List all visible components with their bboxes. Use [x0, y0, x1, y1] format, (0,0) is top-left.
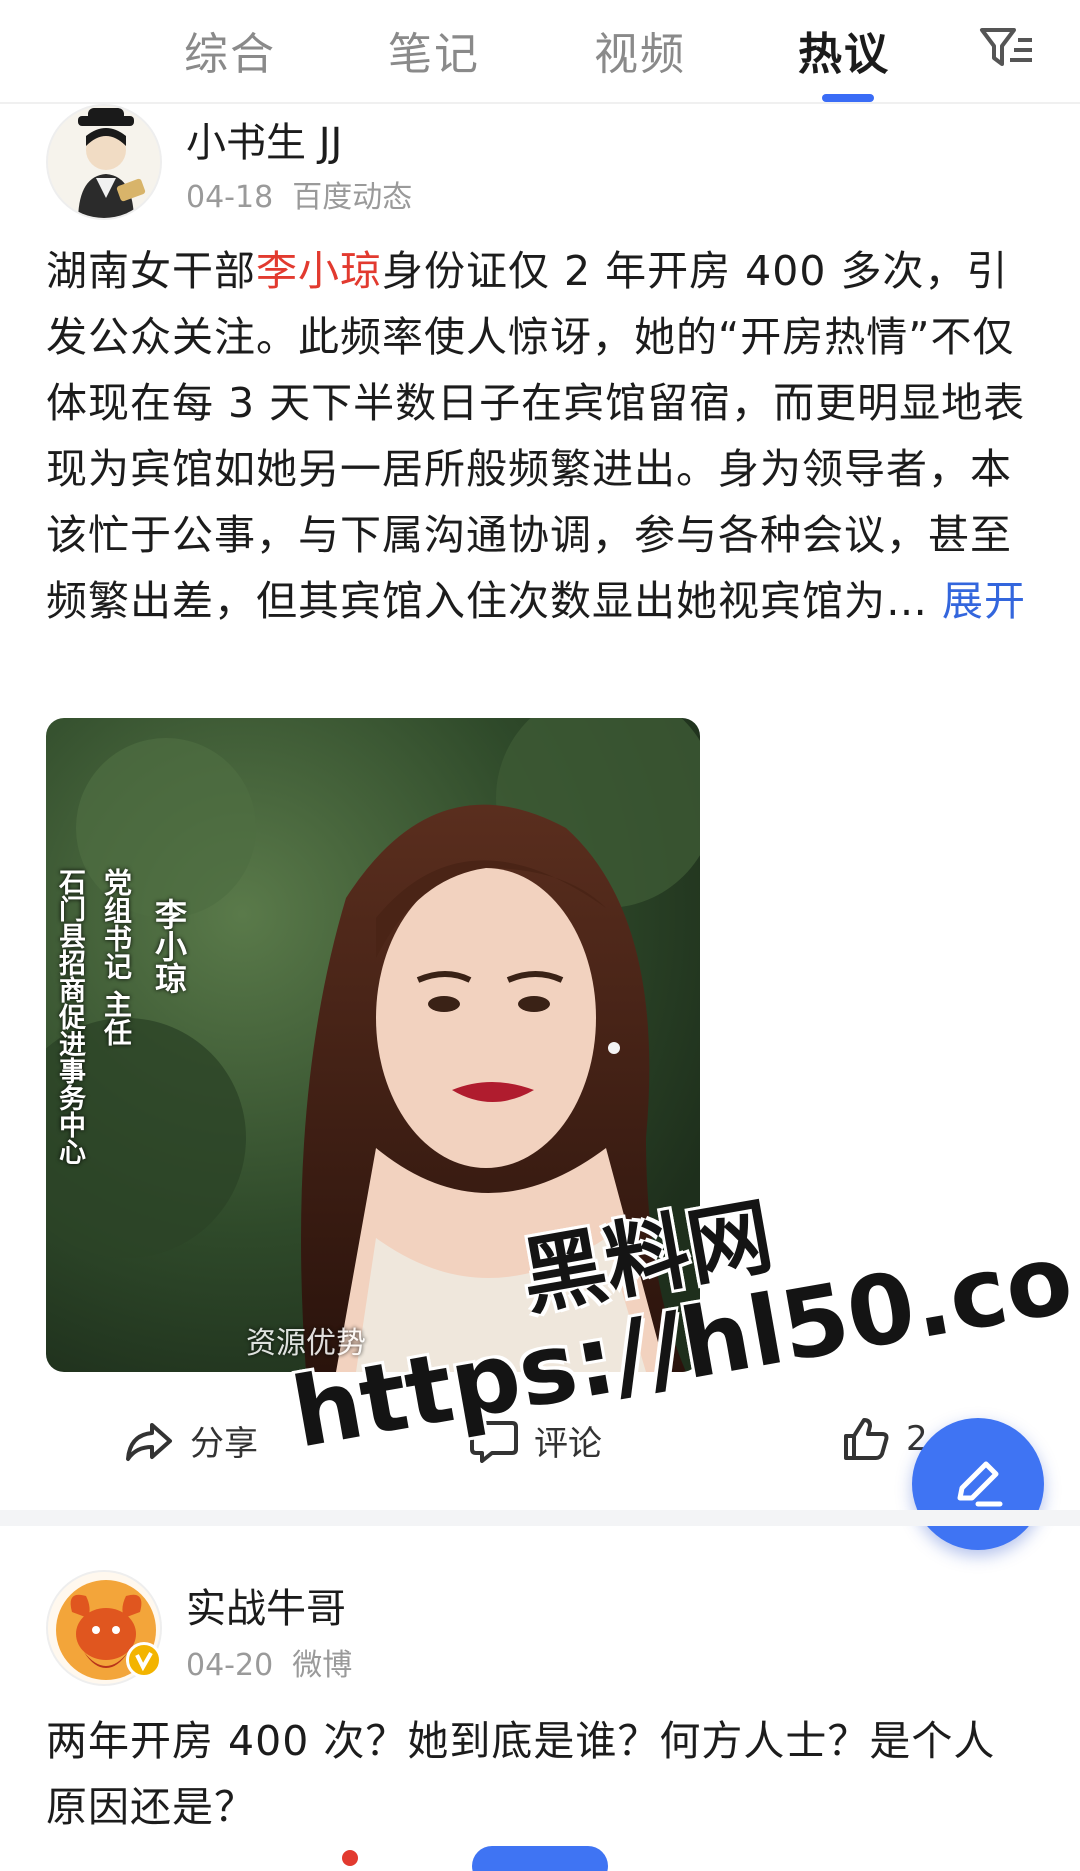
tab-hot-discussion[interactable]: 热议 [798, 18, 890, 82]
image-caption-name: 李小琼 [150, 898, 188, 994]
author-name[interactable]: 实战牛哥 [186, 1576, 346, 1634]
share-icon [126, 1422, 172, 1461]
post-date: 04-18 [186, 180, 274, 215]
author-name[interactable]: 小书生 JJ [186, 110, 342, 168]
tab-bar: 综合 笔记 视频 热议 [0, 0, 1080, 104]
compose-button[interactable] [912, 1418, 1044, 1550]
thumbs-up-icon [844, 1418, 889, 1460]
tab-videos[interactable]: 视频 [594, 18, 686, 82]
post-text-before: 湖南女干部 [46, 247, 256, 295]
expand-link[interactable]: 展开 [942, 577, 1026, 625]
image-caption-org: 石门县招商促进事务中心 [54, 868, 85, 1165]
post-source: 百度动态 [292, 180, 413, 215]
pencil-icon [957, 1461, 1003, 1507]
post-body[interactable]: 两年开房 400 次？她到底是谁？何方人士？是个人原因还是？ [46, 1708, 1036, 1840]
post-meta: 04-20 微博 [186, 1640, 352, 1684]
filter-icon[interactable] [978, 24, 1034, 72]
tab-notes[interactable]: 笔记 [388, 18, 480, 82]
active-tab-indicator [822, 94, 874, 102]
author-avatar[interactable] [46, 104, 162, 220]
post-text-after: 身份证仅 2 年开房 400 多次，引发公众关注。此频率使人惊讶，她的“开房热情… [46, 247, 1026, 625]
search-results-page: 综合 笔记 视频 热议 小书生 JJ 04-18 百度动态 湖南女干部李小琼身份… [0, 0, 1080, 1871]
share-button[interactable]: 分享 [124, 1416, 258, 1465]
post-header: 实战牛哥 04-20 微博 [0, 1570, 1080, 1700]
notification-dot [342, 1850, 358, 1866]
post-body[interactable]: 湖南女干部李小琼身份证仅 2 年开房 400 多次，引发公众关注。此频率使人惊讶… [46, 238, 1036, 634]
post-divider [0, 1510, 1080, 1526]
post-date: 04-20 [186, 1648, 274, 1683]
highlighted-name[interactable]: 李小琼 [256, 247, 382, 295]
share-label: 分享 [190, 1424, 258, 1464]
tab-comprehensive[interactable]: 综合 [184, 18, 276, 82]
image-caption-title: 党组书记 主任 [100, 868, 133, 1046]
post-meta: 04-18 百度动态 [186, 172, 412, 216]
bottom-center-button[interactable] [472, 1846, 608, 1871]
verified-badge-icon [126, 1642, 162, 1678]
scholar-avatar-icon [48, 106, 160, 218]
like-button[interactable]: 2 [842, 1416, 928, 1462]
post-source: 微博 [292, 1648, 353, 1683]
post-header: 小书生 JJ 04-18 百度动态 [0, 102, 1080, 232]
post-text: 两年开房 400 次？她到底是谁？何方人士？是个人原因还是？ [46, 1717, 996, 1831]
